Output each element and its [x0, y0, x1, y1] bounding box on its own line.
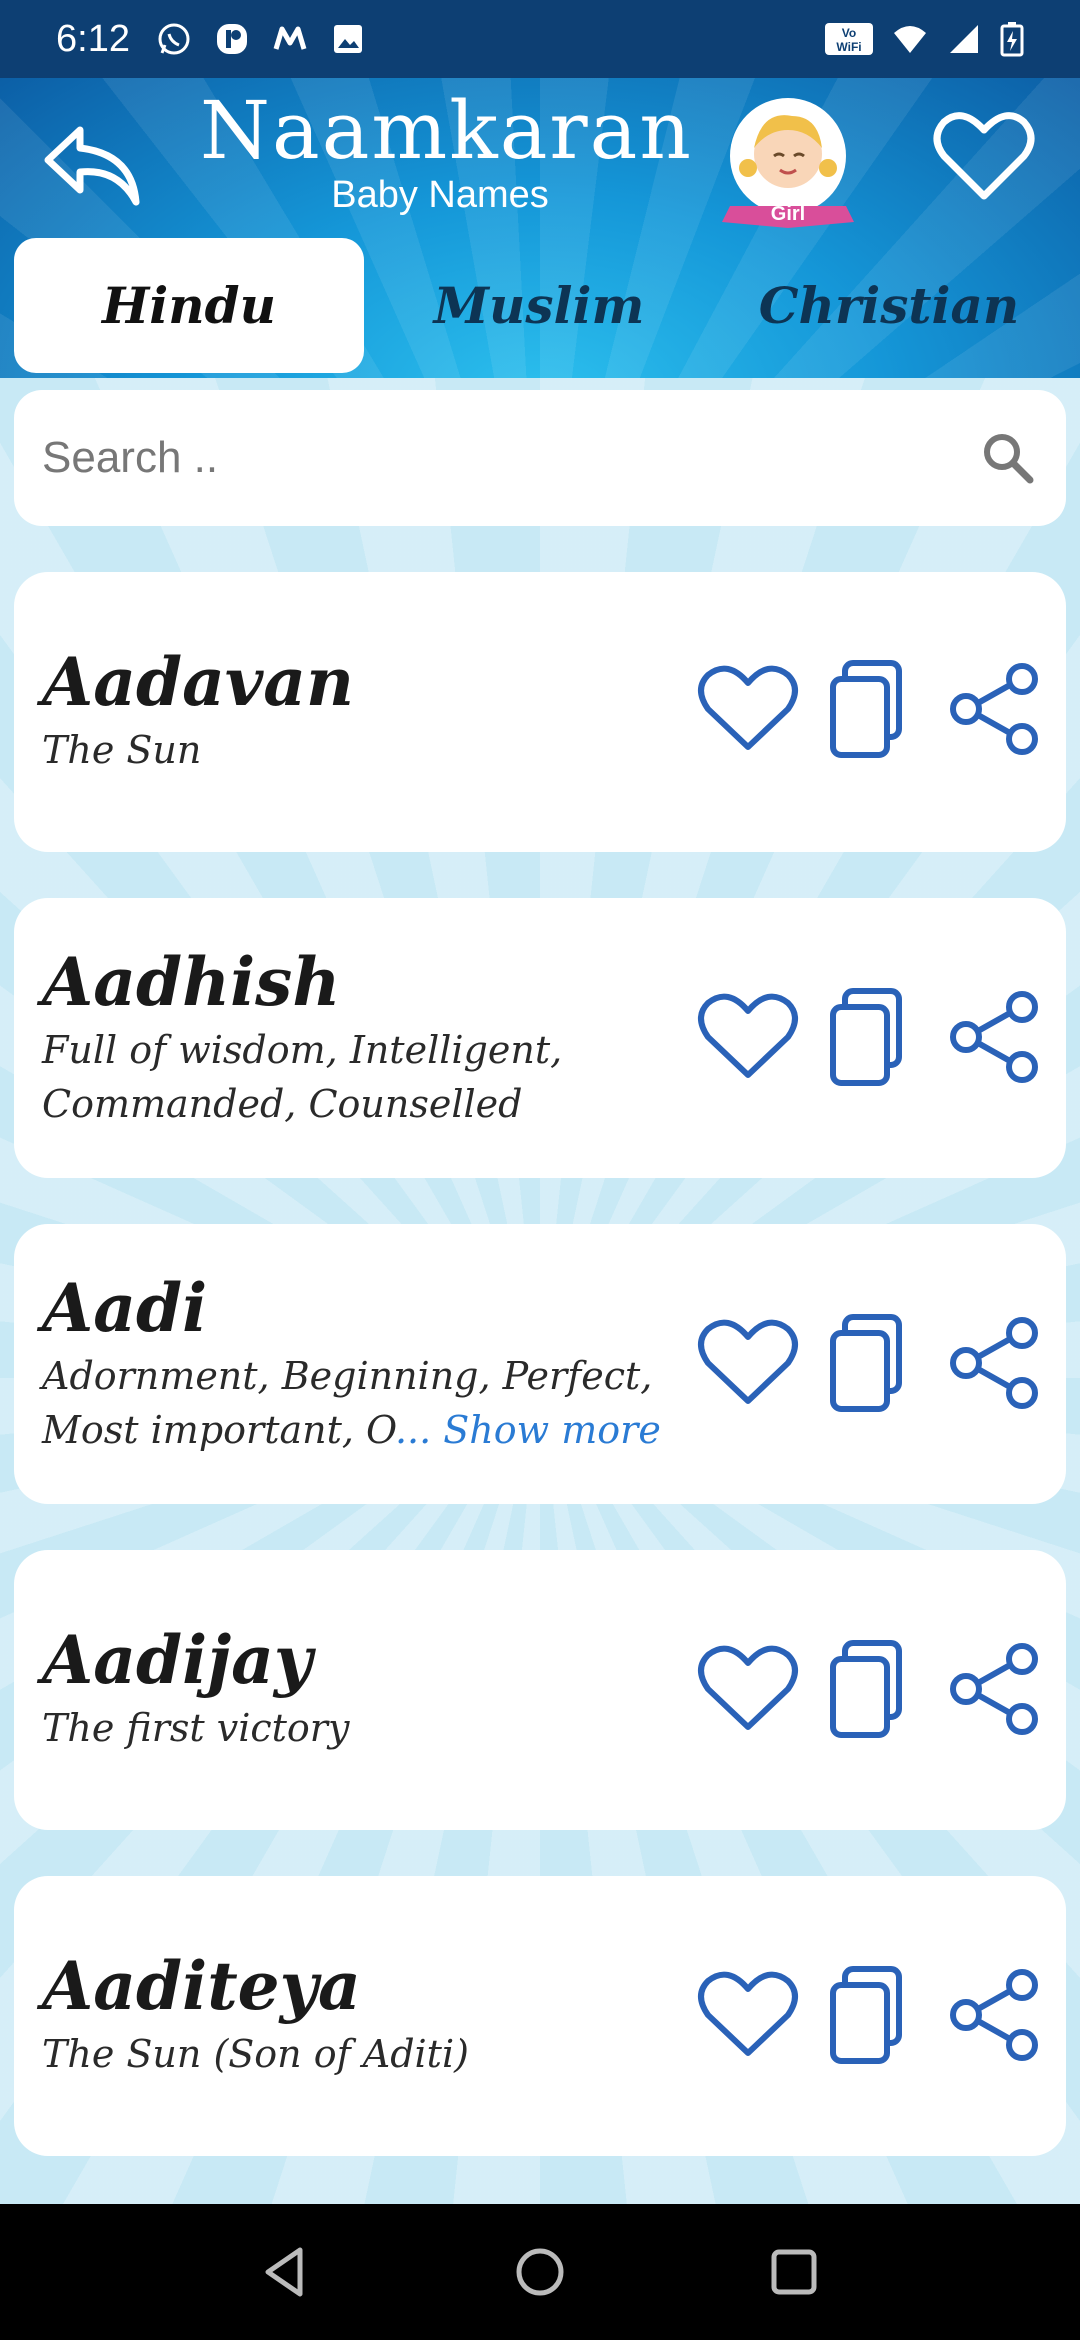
svg-text:WiFi: WiFi — [836, 40, 861, 54]
share-icon[interactable] — [942, 985, 1046, 1089]
name-meaning: The first victory — [42, 1705, 350, 1750]
name-card[interactable]: Aaditeya The Sun (Son of Aditi) — [14, 1876, 1066, 2156]
wifi-icon — [894, 26, 926, 53]
name-card-text: Aaditeya The Sun (Son of Aditi) — [42, 1950, 682, 2081]
name-card-text: Aadi Adornment, Beginning, Perfect, Most … — [42, 1272, 682, 1457]
name-card[interactable]: Aadavan The Sun — [14, 572, 1066, 852]
name-card-actions — [696, 654, 1046, 764]
name-meaning: Full of wisdom, Intelligent, Commanded, C… — [42, 1023, 682, 1131]
name-card-actions — [696, 982, 1046, 1092]
show-more-link[interactable]: ... Show more — [395, 1408, 661, 1452]
name-meaning-line: Full of wisdom, Intelligent, — [42, 1027, 563, 1072]
heart-icon[interactable] — [696, 657, 800, 761]
system-navigation-bar — [0, 2204, 1080, 2340]
app-icon — [216, 24, 247, 54]
baby-name: Aadavan — [42, 643, 354, 721]
share-icon[interactable] — [942, 657, 1046, 761]
name-card-text: Aadavan The Sun — [42, 646, 682, 777]
name-meaning: Adornment, Beginning, Perfect, Most impor… — [42, 1349, 682, 1457]
baby-name: Aadi — [42, 1269, 208, 1347]
names-list-area[interactable]: Aadavan The Sun Aadhish Full of wisdom, … — [0, 378, 1080, 2204]
status-time: 6:12 — [56, 17, 130, 60]
baby-name: Aadhish — [42, 943, 341, 1021]
name-card-actions — [696, 1960, 1046, 2070]
messages-icon — [273, 26, 307, 50]
tab-muslim[interactable]: Muslim — [364, 238, 714, 373]
name-meaning: The Sun — [42, 727, 202, 772]
heart-icon[interactable] — [696, 1311, 800, 1415]
copy-icon[interactable] — [819, 1311, 923, 1415]
notification-icons — [156, 21, 366, 57]
copy-icon[interactable] — [819, 657, 923, 761]
home-circle-icon[interactable] — [508, 2240, 572, 2304]
app-subtitle: Baby Names — [331, 174, 549, 216]
name-card-actions — [696, 1308, 1046, 1418]
battery-icon — [1000, 22, 1024, 57]
share-icon[interactable] — [942, 1311, 1046, 1415]
svg-text:Vo: Vo — [842, 26, 856, 40]
vowifi-icon: VoWiFi — [825, 23, 873, 55]
copy-icon[interactable] — [819, 1963, 923, 2067]
app-title: Naamkaran — [200, 84, 693, 177]
name-card[interactable]: Aadijay The first victory — [14, 1550, 1066, 1830]
tab-christian[interactable]: Christian — [714, 238, 1064, 373]
back-triangle-icon[interactable] — [254, 2240, 318, 2304]
name-card[interactable]: Aadi Adornment, Beginning, Perfect, Most … — [14, 1224, 1066, 1504]
search-icon[interactable] — [978, 428, 1038, 488]
recents-square-icon[interactable] — [762, 2240, 826, 2304]
name-card-actions — [696, 1634, 1046, 1744]
name-meaning-line: Most important, O — [42, 1407, 395, 1452]
heart-icon[interactable] — [696, 985, 800, 1089]
back-arrow-icon[interactable] — [40, 118, 150, 208]
heart-icon[interactable] — [696, 1963, 800, 2067]
gallery-icon — [333, 25, 362, 53]
favorites-heart-icon[interactable] — [932, 108, 1036, 204]
religion-tabs: Hindu Muslim Christian — [14, 238, 1066, 373]
status-bar: 6:12 Vo WiFi — [0, 0, 1080, 78]
share-icon[interactable] — [942, 1963, 1046, 2067]
system-icons: Vo WiFi — [824, 21, 1024, 57]
name-meaning: The Sun (Son of Aditi) — [42, 2031, 469, 2076]
baby-name: Aaditeya — [42, 1947, 361, 2025]
girl-badge-label: Girl — [771, 203, 805, 225]
name-card-text: Aadhish Full of wisdom, Intelligent, Comm… — [42, 946, 682, 1131]
name-meaning-line: Adornment, Beginning, Perfect, — [42, 1353, 653, 1398]
signal-icon — [950, 25, 978, 53]
baby-name: Aadijay — [42, 1621, 313, 1699]
name-meaning-line: Commanded, Counselled — [42, 1081, 523, 1126]
share-icon[interactable] — [942, 1637, 1046, 1741]
heart-icon[interactable] — [696, 1637, 800, 1741]
copy-icon[interactable] — [819, 1637, 923, 1741]
search-input[interactable] — [42, 433, 978, 483]
search-bar — [14, 390, 1066, 526]
whatsapp-icon — [158, 23, 190, 55]
name-card[interactable]: Aadhish Full of wisdom, Intelligent, Comm… — [14, 898, 1066, 1178]
tab-hindu[interactable]: Hindu — [14, 238, 364, 373]
girl-avatar-icon[interactable]: Girl — [722, 96, 860, 234]
name-card-text: Aadijay The first victory — [42, 1624, 682, 1755]
app-header: Naamkaran Baby Names Girl Hindu Muslim C… — [0, 78, 1080, 378]
copy-icon[interactable] — [819, 985, 923, 1089]
